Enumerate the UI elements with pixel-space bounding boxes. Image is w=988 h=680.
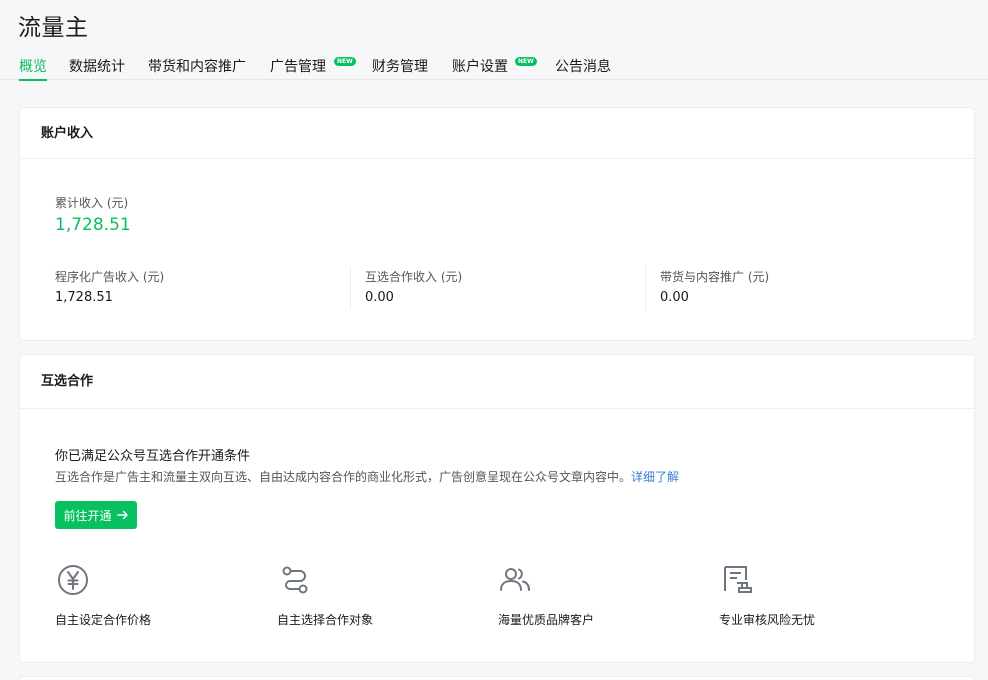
feature-label: 海量优质品牌客户 — [498, 613, 595, 627]
coop-income-value: 0.00 — [365, 290, 394, 305]
go-activate-label: 前往开通 — [63, 508, 112, 523]
arrow-right-icon — [116, 510, 128, 520]
total-income-value: 1,728.51 — [55, 215, 131, 235]
coop-description: 互选合作是广告主和流量主双向互选、自由达成内容合作的商业化形式，广告创意呈现在公… — [55, 468, 679, 485]
commerce-income-label: 带货与内容推广 (元) — [660, 270, 770, 284]
go-activate-button[interactable]: 前往开通 — [55, 501, 137, 529]
tab-ad-management[interactable]: 广告管理 NEW — [270, 56, 356, 80]
coop-eligibility-title: 你已满足公众号互选合作开通条件 — [55, 449, 251, 464]
commerce-income-value: 0.00 — [660, 290, 689, 305]
tab-overview[interactable]: 概览 — [19, 56, 47, 81]
tab-finance[interactable]: 财务管理 — [372, 56, 428, 80]
tab-account-settings[interactable]: 账户设置 NEW — [452, 56, 537, 80]
coop-card-title: 互选合作 — [20, 355, 974, 409]
yen-circle-icon — [58, 565, 88, 595]
ad-income-label: 程序化广告收入 (元) — [55, 270, 165, 284]
coop-description-text: 互选合作是广告主和流量主双向互选、自由达成内容合作的商业化形式，广告创意呈现在公… — [55, 470, 632, 484]
feature-label: 自主设定合作价格 — [55, 613, 152, 627]
tab-data-stats[interactable]: 数据统计 — [69, 56, 125, 80]
tab-announcements[interactable]: 公告消息 — [555, 56, 611, 80]
divider — [350, 266, 351, 310]
total-income-label: 累计收入 (元) — [55, 196, 129, 210]
income-card-title: 账户收入 — [20, 108, 974, 159]
tab-commerce-promotion[interactable]: 带货和内容推广 — [148, 56, 246, 80]
new-badge: NEW — [334, 57, 356, 66]
users-icon — [500, 568, 530, 591]
coop-income-label: 互选合作收入 (元) — [365, 270, 463, 284]
top-nav: 概览 数据统计 带货和内容推广 广告管理 NEW 财务管理 账户设置 NEW 公… — [0, 50, 988, 81]
app-title: 流量主 — [18, 15, 89, 41]
divider — [645, 266, 646, 310]
route-icon — [282, 566, 308, 594]
audit-document-icon — [724, 566, 752, 593]
feature-label: 自主选择合作对象 — [277, 613, 374, 627]
coop-card: 互选合作 你已满足公众号互选合作开通条件 互选合作是广告主和流量主双向互选、自由… — [19, 354, 975, 663]
new-badge: NEW — [515, 57, 537, 66]
feature-label: 专业审核风险无忧 — [719, 613, 816, 627]
next-card — [19, 676, 975, 680]
income-card: 账户收入 累计收入 (元) 1,728.51 程序化广告收入 (元) 1,728… — [19, 107, 975, 341]
ad-income-value: 1,728.51 — [55, 290, 113, 305]
learn-more-link[interactable]: 详细了解 — [631, 470, 679, 484]
